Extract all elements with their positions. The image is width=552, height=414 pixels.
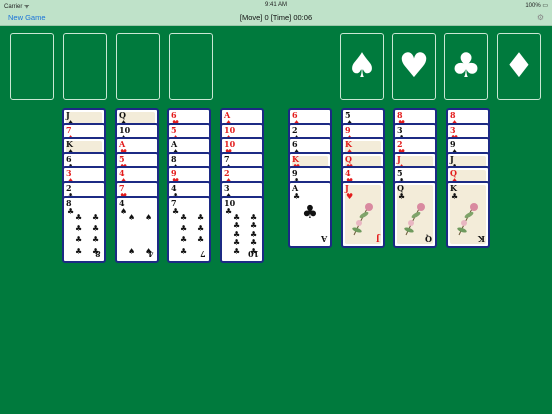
card-rank-bottom: J (376, 234, 380, 244)
suit-pip: ♣ (233, 221, 241, 231)
card-rank-bottom: A (320, 234, 327, 244)
suit-pip: ♣ (197, 235, 205, 245)
suit-pip: ♣ (250, 221, 258, 231)
card-rank-bottom: K (478, 234, 485, 244)
suit-pip: ♣ (225, 206, 233, 216)
free-cell-1[interactable] (10, 33, 54, 100)
card-10-♣[interactable]: 10 ♣ ♣ ♣ ♣ ♣ ♣ ♣ ♣ ♣ ♣ ♣ 10 (220, 195, 264, 263)
free-cell-4[interactable] (169, 33, 213, 100)
suit-pip: ♠ (128, 212, 136, 222)
suit-pip: ♣ (197, 223, 205, 233)
suit-pip: ♣ (197, 212, 205, 222)
suit-pip: ♣ (233, 238, 241, 248)
card-7-♣[interactable]: 7 ♣ ♣ ♣ ♣ ♣ ♣ ♣ ♣ 7 (167, 195, 211, 263)
suit-pip: ♣ (180, 223, 188, 233)
card-rank-bottom: 8 (95, 248, 101, 259)
nav-bar: New Game [Move] 0 [Time] 00:06 ⚙ (0, 10, 552, 26)
card-rank-bottom: 7 (200, 248, 206, 259)
card-K-♣[interactable]: K ♣ K (446, 181, 490, 248)
suit-pip: ♣ (172, 206, 180, 216)
foundation-3[interactable]: ♣ (444, 33, 488, 100)
suit-pip: ♠ (120, 206, 128, 216)
foundation-2[interactable]: ♥ (392, 33, 436, 100)
foundation-4[interactable]: ♦ (497, 33, 541, 100)
suit-pip: ♠ (128, 246, 136, 256)
suit-pip: ♣ (180, 212, 188, 222)
diamond-icon: ♦ (503, 46, 535, 86)
card-J-♥[interactable]: J ♥ J (341, 181, 385, 248)
ace-pip: ♣ (301, 202, 319, 223)
suit-pip: ♣ (75, 223, 83, 233)
card-rank-bottom: 10 (247, 248, 259, 259)
flower-art (352, 203, 373, 236)
foundation-1[interactable]: ♠ (340, 33, 384, 100)
card-4-♠[interactable]: 4 ♠ ♠ ♠ ♠ ♠ 4 (115, 195, 159, 263)
free-cell-3[interactable] (116, 33, 160, 100)
card-Q-♣[interactable]: Q ♣ Q (393, 181, 437, 248)
card-A-♣[interactable]: A ♣ ♣ A (288, 181, 332, 248)
card-rank-bottom: 4 (148, 248, 154, 259)
suit-pip: ♣ (75, 212, 83, 222)
suit-pip: ♣ (233, 246, 241, 256)
club-icon: ♣ (450, 46, 482, 86)
suit-pip: ♣ (75, 246, 83, 256)
suit-pip: ♣ (75, 235, 83, 245)
battery-indicator: 100% ▭ (525, 3, 548, 9)
suit-pip: ♣ (92, 235, 100, 245)
free-cell-2[interactable] (63, 33, 107, 100)
card-8-♣[interactable]: 8 ♣ ♣ ♣ ♣ ♣ ♣ ♣ ♣ ♣ 8 (62, 195, 106, 263)
suit-pip: ♣ (67, 206, 75, 216)
suit-pip: ♣ (92, 212, 100, 222)
gear-icon[interactable]: ⚙ (537, 13, 544, 22)
spade-icon: ♠ (346, 46, 378, 86)
move-time-status: [Move] 0 [Time] 00:06 (239, 13, 313, 22)
suit-pip: ♣ (180, 235, 188, 245)
clock: 9:41 AM (264, 2, 287, 8)
suit-pip: ♣ (92, 223, 100, 233)
suit-pip: ♠ (145, 212, 153, 222)
status-bar: Carrier ᯤ 9:41 AM 100% ▭ (0, 0, 552, 10)
card-rank-bottom: Q (425, 234, 432, 244)
suit-pip: ♣ (180, 246, 188, 256)
heart-icon: ♥ (398, 46, 430, 86)
suit-pip: ♣ (250, 238, 258, 248)
suit-pip: ♣ (293, 192, 301, 201)
